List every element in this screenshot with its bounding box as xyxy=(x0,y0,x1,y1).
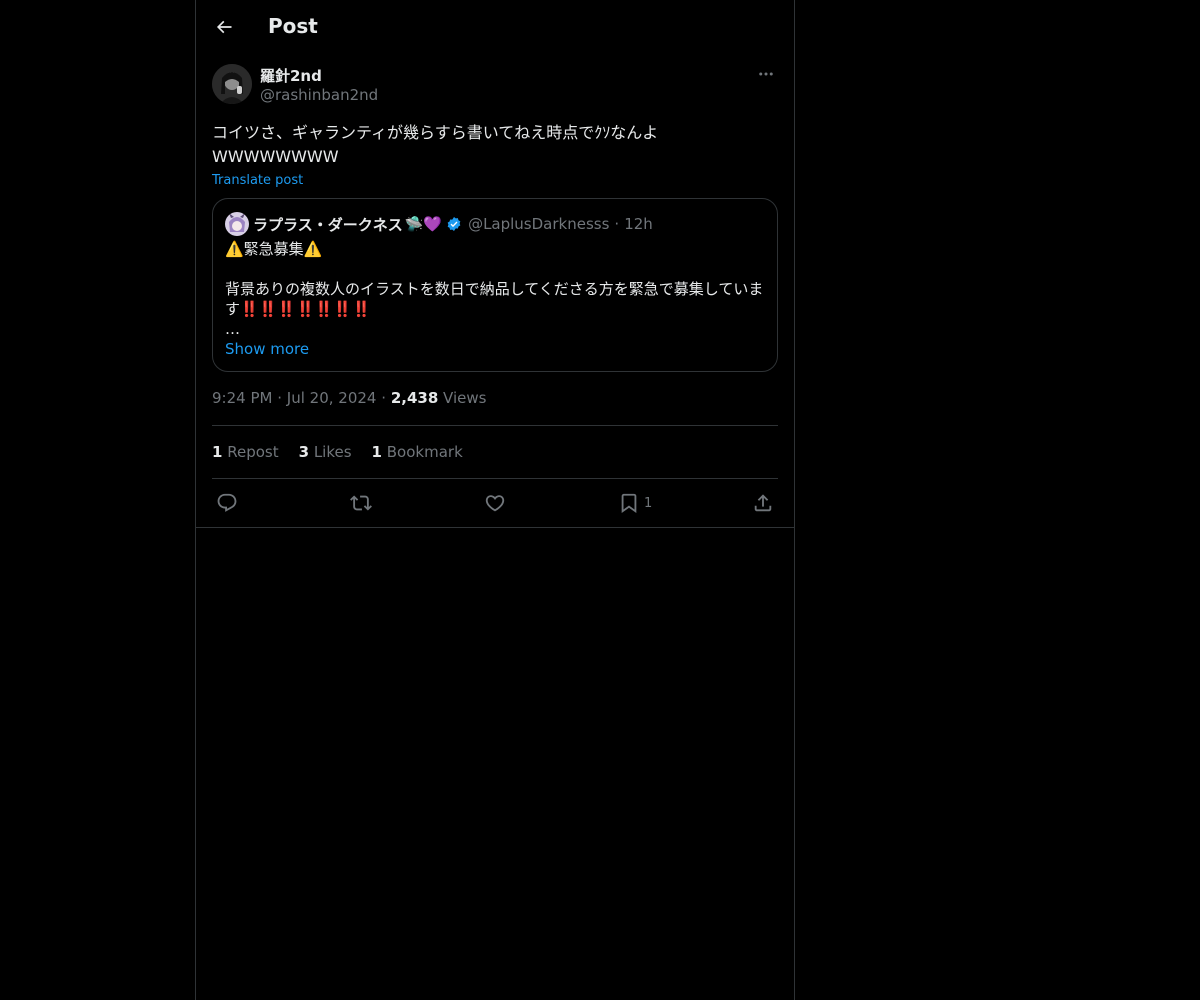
repost-icon xyxy=(350,495,372,511)
bookmarks-stat[interactable]: 1 Bookmark xyxy=(372,443,463,461)
like-button[interactable] xyxy=(484,491,506,515)
quoted-author-name: ラプラス・ダークネス xyxy=(253,215,403,234)
more-icon xyxy=(759,72,773,76)
reply-button[interactable] xyxy=(216,491,238,515)
reposts-stat[interactable]: 1 Repost xyxy=(212,443,279,461)
bookmark-action-count: 1 xyxy=(644,495,653,511)
post-date[interactable]: Jul 20, 2024 xyxy=(287,389,377,407)
post-stats: 1 Repost 3 Likes 1 Bookmark xyxy=(212,426,778,478)
divider xyxy=(196,527,794,528)
repost-button[interactable] xyxy=(350,491,372,515)
meta-separator: · xyxy=(277,389,283,407)
author-name[interactable]: 羅針2nd xyxy=(260,65,322,86)
likes-label: Likes xyxy=(313,443,352,461)
post-text: コイツさ、ギャランティが幾らすら書いてねえ時点でｸｿなんよ WWWWWWWW xyxy=(212,123,659,166)
back-button[interactable] xyxy=(208,11,240,43)
likes-stat[interactable]: 3 Likes xyxy=(299,443,352,461)
quoted-exclamation-marks: ‼️‼️‼️‼️‼️‼️‼️ xyxy=(240,300,371,318)
reposts-count: 1 xyxy=(212,443,223,461)
main-column: Post 羅針2nd @rashinban2nd コイツさ、ギャランティが幾らす… xyxy=(195,0,795,1000)
back-arrow-icon xyxy=(216,20,232,34)
post: 羅針2nd @rashinban2nd コイツさ、ギャランティが幾らすら書いてね… xyxy=(212,64,778,527)
share-icon xyxy=(754,494,772,512)
avatar[interactable] xyxy=(212,64,252,104)
quoted-avatar xyxy=(225,212,249,236)
reply-icon xyxy=(217,493,237,512)
post-meta: 9:24 PM · Jul 20, 2024 · 2,438 Views xyxy=(212,389,778,409)
bookmark-button[interactable]: 1 xyxy=(618,491,652,515)
quoted-line-3: す xyxy=(225,300,241,318)
avatar-image xyxy=(212,64,252,104)
translate-post-link[interactable]: Translate post xyxy=(212,173,303,188)
likes-count: 3 xyxy=(298,443,310,461)
quoted-author-handle: @LaplusDarknesss xyxy=(468,215,610,233)
verified-badge-icon xyxy=(447,217,461,231)
post-time[interactable]: 9:24 PM xyxy=(212,389,272,407)
author-handle[interactable]: @rashinban2nd xyxy=(260,86,378,104)
reposts-label: Repost xyxy=(227,443,279,461)
quoted-post-header: ラプラス・ダークネス 🛸💜 @LaplusDarknesss · 12h xyxy=(225,211,765,237)
post-author: 羅針2nd @rashinban2nd xyxy=(212,64,778,106)
quoted-timestamp: 12h xyxy=(624,215,653,233)
post-header: Post xyxy=(196,0,794,54)
bookmarks-label: Bookmark xyxy=(386,443,463,461)
quoted-author-emoji: 🛸💜 xyxy=(404,215,443,233)
quoted-line-2: 背景ありの複数人のイラストを数日で納品してくださる方を緊急で募集していま xyxy=(225,280,764,298)
quoted-ellipsis: … xyxy=(225,320,240,338)
views-label: Views xyxy=(443,389,487,407)
views-count: 2,438 xyxy=(390,389,439,407)
like-icon xyxy=(485,495,505,512)
bookmarks-count: 1 xyxy=(371,443,382,461)
share-button[interactable] xyxy=(752,491,774,515)
bookmark-icon xyxy=(621,493,637,514)
quoted-line-1: ⚠️緊急募集⚠️ xyxy=(225,240,323,258)
meta-separator: · xyxy=(381,389,387,407)
page-title: Post xyxy=(268,14,318,38)
quoted-separator: · xyxy=(614,215,620,233)
more-button[interactable] xyxy=(754,64,778,84)
show-more-link[interactable]: Show more xyxy=(225,340,309,358)
post-actions: 1 xyxy=(212,479,778,527)
quoted-post[interactable]: ラプラス・ダークネス 🛸💜 @LaplusDarknesss · 12h ⚠️緊… xyxy=(212,198,778,372)
quoted-post-text: ⚠️緊急募集⚠️ 背景ありの複数人のイラストを数日で納品してくださる方を緊急で募… xyxy=(225,239,765,339)
